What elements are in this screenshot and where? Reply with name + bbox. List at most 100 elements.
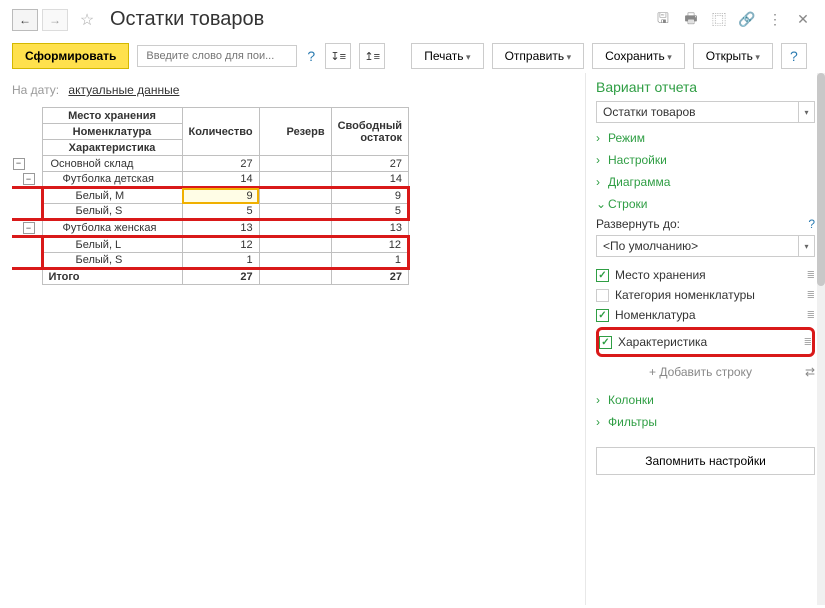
back-button[interactable]: ← xyxy=(12,9,38,31)
cell-free: 14 xyxy=(331,172,408,188)
table-row[interactable]: Белый, L1212 xyxy=(12,237,409,253)
sort-asc-button[interactable]: ↧≡ xyxy=(325,43,351,69)
checkbox[interactable]: ✓ xyxy=(596,269,609,282)
check-row[interactable]: ✓Категория номенклатуры≣ xyxy=(596,285,815,305)
total-qty: 27 xyxy=(182,269,259,285)
shuffle-icon[interactable]: ⇄ xyxy=(805,365,815,379)
report-tbody: − Основной склад 27 27 − Футболка детская 14 14… xyxy=(12,156,409,285)
date-value-link[interactable]: актуальные данные xyxy=(68,83,179,97)
save-icon[interactable]: 🖫 xyxy=(653,10,673,30)
table-row[interactable]: Белый, S 1 1 xyxy=(12,253,409,269)
rows-checklist: ✓Место хранения≣✓Категория номенклатуры≣… xyxy=(596,265,815,357)
cell-qty: 5 xyxy=(182,204,259,220)
send-button[interactable]: Отправить xyxy=(492,43,585,69)
page-title: Остатки товаров xyxy=(110,8,649,31)
th-free: Свободный остаток xyxy=(331,108,408,156)
tree-toggle-icon[interactable]: − xyxy=(23,173,35,185)
preview-icon[interactable]: ⿴ xyxy=(709,10,729,30)
panel-scrollbar[interactable] xyxy=(817,73,825,605)
print-button[interactable]: Печать xyxy=(411,43,483,69)
row-name: Футболка женская xyxy=(63,222,157,234)
table-row[interactable]: −Футболка женская1313 xyxy=(12,220,409,237)
expand-dropdown-icon[interactable]: ▾ xyxy=(799,235,815,257)
drag-handle-icon[interactable]: ≣ xyxy=(807,290,815,301)
cell-qty: 27 xyxy=(182,156,259,172)
cell-reserve xyxy=(259,188,331,204)
row-name: Белый, S xyxy=(76,254,123,266)
search-input[interactable] xyxy=(137,45,297,67)
expand-to-label: Развернуть до: ? xyxy=(596,217,815,231)
help-button[interactable]: ? xyxy=(781,43,807,69)
cell-qty: 14 xyxy=(182,172,259,188)
drag-handle-icon[interactable]: ≣ xyxy=(807,270,815,281)
add-row-button[interactable]: + Добавить строку ⇄ xyxy=(596,359,815,385)
table-row[interactable]: − Футболка детская 14 14 xyxy=(12,172,409,188)
expand-help-icon[interactable]: ? xyxy=(808,217,815,231)
cell-qty: 1 xyxy=(182,253,259,269)
toolbar: Сформировать ? ↧≡ ↥≡ Печать Отправить Со… xyxy=(0,39,825,73)
cell-qty: 13 xyxy=(182,220,259,237)
table-row[interactable]: −Основной склад2727 xyxy=(12,156,409,172)
variant-select[interactable]: Остатки товаров ▾ xyxy=(596,101,815,123)
checkbox[interactable]: ✓ xyxy=(596,309,609,322)
check-row[interactable]: ✓ Характеристика ≣ xyxy=(599,332,812,352)
drag-handle-icon[interactable]: ≣ xyxy=(807,310,815,321)
check-label: Характеристика xyxy=(618,335,798,349)
forward-button[interactable]: → xyxy=(42,9,68,31)
search-help-icon[interactable]: ? xyxy=(305,48,317,64)
date-label: На дату: xyxy=(12,83,59,97)
row-name: Белый, M xyxy=(76,190,125,202)
date-filter: На дату: актуальные данные xyxy=(12,83,573,97)
cell-reserve xyxy=(259,204,331,220)
tree-toggle-icon[interactable]: − xyxy=(23,222,35,234)
cell-reserve xyxy=(259,253,331,269)
check-row[interactable]: ✓ Номенклатура ≣ xyxy=(596,305,815,325)
cell-free: 9 xyxy=(331,188,408,204)
checkbox[interactable]: ✓ xyxy=(599,336,612,349)
report-table: Место хранения Количество Резерв Свободн… xyxy=(12,107,410,285)
favorite-icon[interactable]: ☆ xyxy=(76,9,98,31)
report-pane: На дату: актуальные данные Место хранени… xyxy=(0,73,585,605)
cell-qty: 12 xyxy=(182,237,259,253)
section-filters[interactable]: Фильтры xyxy=(596,415,815,429)
total-label: Итого xyxy=(42,269,182,285)
generate-button[interactable]: Сформировать xyxy=(12,43,129,69)
expand-select[interactable]: <По умолчанию> ▾ xyxy=(596,235,815,257)
save-button[interactable]: Сохранить xyxy=(592,43,685,69)
cell-free: 5 xyxy=(331,204,408,220)
tree-toggle-icon[interactable]: − xyxy=(13,158,25,170)
table-row[interactable]: Белый, M99 xyxy=(12,188,409,204)
section-rows[interactable]: Строки xyxy=(596,197,815,211)
header-actions: 🖫 🖶 ⿴ 🔗 ⋮ ✕ xyxy=(653,10,813,30)
print-icon[interactable]: 🖶 xyxy=(681,10,701,30)
close-icon[interactable]: ✕ xyxy=(793,10,813,30)
memorize-button[interactable]: Запомнить настройки xyxy=(596,447,815,475)
panel-title: Вариант отчета xyxy=(596,79,815,95)
row-name: Основной склад xyxy=(51,158,134,170)
th-reserve: Резерв xyxy=(259,108,331,156)
content-area: На дату: актуальные данные Место хранени… xyxy=(0,73,825,605)
section-settings[interactable]: Настройки xyxy=(596,153,815,167)
check-row[interactable]: ✓ Место хранения ≣ xyxy=(596,265,815,285)
cell-free: 1 xyxy=(331,253,408,269)
cell-reserve xyxy=(259,172,331,188)
checkbox[interactable]: ✓ xyxy=(596,289,609,302)
cell-free: 12 xyxy=(331,237,408,253)
section-cols[interactable]: Колонки xyxy=(596,393,815,407)
th-nomen: Номенклатура xyxy=(42,124,182,140)
variant-dropdown-icon[interactable]: ▾ xyxy=(799,101,815,123)
total-free: 27 xyxy=(331,269,408,285)
check-label: Место хранения xyxy=(615,268,801,282)
drag-handle-icon[interactable]: ≣ xyxy=(804,337,812,348)
sort-desc-button[interactable]: ↥≡ xyxy=(359,43,385,69)
th-qty: Количество xyxy=(182,108,259,156)
expand-value: <По умолчанию> xyxy=(596,235,799,257)
link-icon[interactable]: 🔗 xyxy=(737,10,757,30)
section-mode[interactable]: Режим xyxy=(596,131,815,145)
table-row[interactable]: Белый, S55 xyxy=(12,204,409,220)
check-label: Номенклатура xyxy=(615,308,801,322)
row-name: Футболка детская xyxy=(63,173,154,185)
more-icon[interactable]: ⋮ xyxy=(765,10,785,30)
section-chart[interactable]: Диаграмма xyxy=(596,175,815,189)
open-button[interactable]: Открыть xyxy=(693,43,773,69)
